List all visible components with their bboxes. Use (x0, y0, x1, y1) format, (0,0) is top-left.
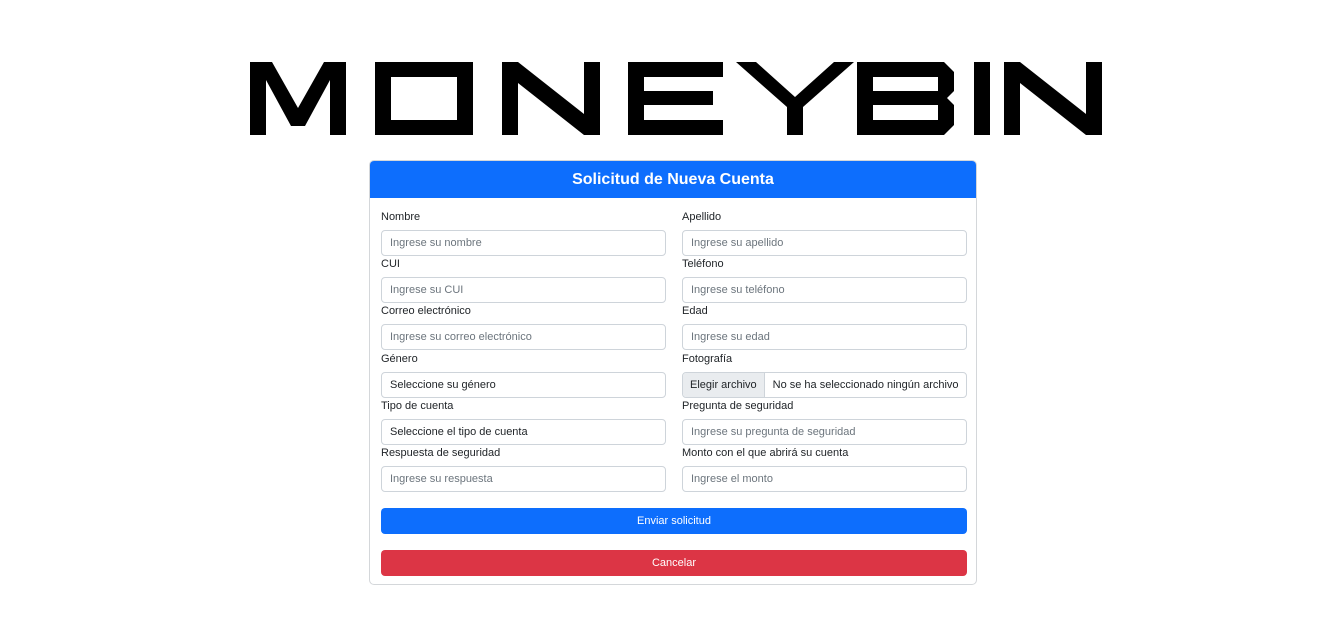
fotografia-file-input[interactable]: Elegir archivo No se ha seleccionado nin… (682, 372, 967, 398)
genero-selected: Seleccione su género (390, 379, 496, 391)
respuesta-label: Respuesta de seguridad (381, 447, 501, 459)
field-correo: Correo electrónico (381, 305, 666, 350)
monto-input[interactable] (682, 466, 967, 492)
correo-label: Correo electrónico (381, 305, 471, 317)
field-cui: CUI (381, 258, 666, 303)
account-request-card: Solicitud de Nueva Cuenta Nombre Apellid… (369, 160, 977, 585)
field-nombre: Nombre (381, 211, 666, 256)
genero-label: Género (381, 353, 418, 365)
apellido-label: Apellido (682, 211, 722, 223)
file-status-text: No se ha seleccionado ningún archivo (772, 379, 959, 391)
submit-button[interactable]: Enviar solicitud (381, 508, 967, 534)
tipo-cuenta-select[interactable]: Seleccione el tipo de cuenta (381, 419, 666, 445)
money-bin-logo (250, 62, 1102, 135)
choose-file-button[interactable]: Elegir archivo (683, 373, 765, 397)
pregunta-label: Pregunta de seguridad (682, 400, 794, 412)
form-title: Solicitud de Nueva Cuenta (572, 170, 774, 188)
telefono-input[interactable] (682, 277, 967, 303)
respuesta-input[interactable] (381, 466, 666, 492)
apellido-input[interactable] (682, 230, 967, 256)
monto-label: Monto con el que abrirá su cuenta (682, 447, 849, 459)
field-tipo-cuenta: Tipo de cuenta Seleccione el tipo de cue… (381, 400, 666, 445)
edad-input[interactable] (682, 324, 967, 350)
cui-label: CUI (381, 258, 400, 270)
fotografia-label: Fotografía (682, 353, 733, 365)
cui-input[interactable] (381, 277, 666, 303)
field-monto: Monto con el que abrirá su cuenta (682, 447, 967, 492)
field-pregunta: Pregunta de seguridad (682, 400, 967, 445)
tipo-cuenta-selected: Seleccione el tipo de cuenta (390, 426, 528, 438)
telefono-label: Teléfono (682, 258, 724, 270)
field-edad: Edad (682, 305, 967, 350)
cancel-button[interactable]: Cancelar (381, 550, 967, 576)
tipo-cuenta-label: Tipo de cuenta (381, 400, 454, 412)
correo-input[interactable] (381, 324, 666, 350)
field-fotografia: Fotografía Elegir archivo No se ha selec… (682, 353, 967, 398)
genero-select[interactable]: Seleccione su género (381, 372, 666, 398)
field-telefono: Teléfono (682, 258, 967, 303)
pregunta-input[interactable] (682, 419, 967, 445)
field-genero: Género Seleccione su género (381, 353, 666, 398)
nombre-input[interactable] (381, 230, 666, 256)
card-header: Solicitud de Nueva Cuenta (370, 161, 976, 198)
field-respuesta: Respuesta de seguridad (381, 447, 666, 492)
nombre-label: Nombre (381, 211, 421, 223)
field-apellido: Apellido (682, 211, 967, 256)
edad-label: Edad (682, 305, 708, 317)
